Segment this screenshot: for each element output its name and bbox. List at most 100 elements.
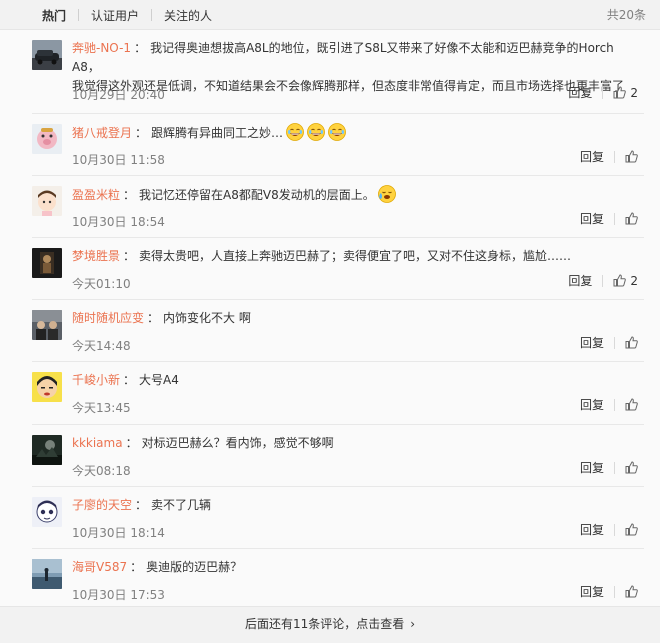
- reply-button[interactable]: 回复: [580, 148, 604, 165]
- reply-button[interactable]: 回复: [568, 84, 592, 101]
- user-avatar[interactable]: [32, 497, 62, 527]
- tab-divider: [78, 9, 80, 21]
- tears-emoji-icon: [377, 185, 396, 209]
- comment-actions: 回复: [580, 210, 638, 227]
- comment-actions: 回复: [580, 334, 638, 351]
- user-avatar[interactable]: [32, 40, 62, 70]
- like-button[interactable]: [625, 398, 638, 411]
- comment-time: 今天01:10: [72, 277, 131, 291]
- comment-item: 千峻小新：大号A4 今天13:45 回复: [0, 362, 660, 425]
- comment-time: 10月29日 20:40: [72, 88, 165, 102]
- like-count: 2: [630, 85, 638, 100]
- comment-username[interactable]: 千峻小新: [72, 373, 120, 387]
- reply-button[interactable]: 回复: [580, 459, 604, 476]
- colon-separator: ：: [147, 311, 160, 325]
- like-button[interactable]: [625, 523, 638, 536]
- comment-text: 对标迈巴赫么？看内饰，感觉不够啊: [141, 436, 334, 450]
- comment-text: 大号A4: [139, 373, 179, 387]
- comment-actions: 回复 2: [568, 84, 638, 101]
- user-avatar[interactable]: [32, 435, 62, 465]
- action-divider: [614, 336, 615, 349]
- chevron-right-icon: ›: [410, 617, 416, 631]
- filter-tabs: 热门 认证用户 关注的人: [42, 0, 212, 30]
- comment-panel: 热门 认证用户 关注的人 共20条 奔驰-NO-1 ： 我记得奥迪想拔高A8L的地位…: [0, 0, 660, 643]
- like-button[interactable]: [625, 585, 638, 598]
- comment-actions: 回复: [580, 459, 638, 476]
- comment-time: 10月30日 11:58: [72, 153, 165, 167]
- action-divider: [614, 461, 615, 474]
- user-avatar[interactable]: [32, 310, 62, 340]
- reply-button[interactable]: 回复: [580, 210, 604, 227]
- action-divider: [614, 212, 615, 225]
- reply-button[interactable]: 回复: [580, 583, 604, 600]
- load-more-bar[interactable]: 后面还有11条评论，点击查看 ›: [0, 606, 660, 643]
- user-avatar[interactable]: [32, 559, 62, 589]
- colon-separator: ：: [135, 126, 148, 140]
- comment-body: 盈盈米粒：我记忆还停留在A8都配V8发动机的层面上。: [72, 185, 630, 209]
- comment-item: 海哥V587：奥迪版的迈巴赫？ 10月30日 17:53 回复: [0, 549, 660, 606]
- like-button[interactable]: 2: [613, 86, 638, 100]
- laugh-emoji-icon: [286, 123, 304, 147]
- like-button[interactable]: [625, 461, 638, 474]
- comment-time: 今天14:48: [72, 339, 131, 353]
- reply-button[interactable]: 回复: [580, 396, 604, 413]
- comment-actions: 回复: [580, 148, 638, 165]
- comment-item: 子廖的天空：卖不了几辆 10月30日 18:14 回复: [0, 487, 660, 549]
- action-divider: [614, 523, 615, 536]
- colon-separator: ：: [123, 249, 136, 263]
- comment-text: 跟辉腾有异曲同工之妙…: [151, 126, 284, 140]
- comment-username[interactable]: 随时随机应变: [72, 311, 144, 325]
- tab-following[interactable]: 关注的人: [164, 7, 212, 24]
- colon-separator: ：: [123, 373, 136, 387]
- like-count: 2: [630, 273, 638, 288]
- comment-body: kkkiama：对标迈巴赫么？看内饰，感觉不够啊: [72, 434, 630, 453]
- comment-actions: 回复: [580, 583, 638, 600]
- comment-time: 10月30日 18:14: [72, 526, 165, 540]
- reply-button[interactable]: 回复: [580, 521, 604, 538]
- user-avatar[interactable]: [32, 124, 62, 154]
- action-divider: [614, 150, 615, 163]
- user-avatar[interactable]: [32, 186, 62, 216]
- comment-username[interactable]: 盈盈米粒: [72, 188, 120, 202]
- comment-item: 盈盈米粒：我记忆还停留在A8都配V8发动机的层面上。 10月30日 18:54 回复: [0, 176, 660, 238]
- thumbs-up-icon: [625, 523, 638, 536]
- thumbs-up-icon: [625, 461, 638, 474]
- tab-hot[interactable]: 热门: [42, 7, 66, 24]
- filter-bar: 热门 认证用户 关注的人 共20条: [0, 0, 660, 30]
- like-button[interactable]: 2: [613, 274, 638, 288]
- comment-actions: 回复 2: [568, 272, 638, 289]
- comment-item: 猪八戒登月：跟辉腾有异曲同工之妙… 10月30日 11:58 回复: [0, 114, 660, 176]
- comment-text: 卖得太贵吧，人直接上奔驰迈巴赫了；卖得便宜了吧，又对不住这身标，尴尬……: [139, 249, 572, 263]
- comment-text: 我记得奥迪想拔高A8L的地位，既引进了S8L又带来了好像不太能和迈巴赫竞争的Ho…: [72, 41, 614, 74]
- load-more-link[interactable]: 后面还有11条评论，点击查看: [245, 617, 404, 631]
- colon-separator: ：: [130, 560, 143, 574]
- comment-text: 卖不了几辆: [151, 498, 212, 512]
- colon-separator: ：: [125, 436, 138, 450]
- reply-button[interactable]: 回复: [580, 334, 604, 351]
- thumbs-up-icon: [625, 336, 638, 349]
- comment-username[interactable]: kkkiama: [72, 436, 123, 450]
- comment-username[interactable]: 海哥V587: [72, 560, 127, 574]
- like-button[interactable]: [625, 150, 638, 163]
- comment-item: 随时随机应变：内饰变化不大 啊今天14:48 回复: [0, 300, 660, 362]
- thumbs-up-icon: [625, 150, 638, 163]
- thumbs-up-icon: [625, 212, 638, 225]
- thumbs-up-icon: [625, 398, 638, 411]
- tab-divider: [151, 9, 153, 21]
- comment-actions: 回复: [580, 521, 638, 538]
- like-button[interactable]: [625, 336, 638, 349]
- tab-verified-users[interactable]: 认证用户: [91, 7, 139, 24]
- user-avatar[interactable]: [32, 248, 62, 278]
- comment-username[interactable]: 奔驰-NO-1: [72, 41, 131, 55]
- comment-username[interactable]: 梦境胜景: [72, 249, 120, 263]
- comment-body: 梦境胜景：卖得太贵吧，人直接上奔驰迈巴赫了；卖得便宜了吧，又对不住这身标，尴尬……: [72, 247, 630, 266]
- thumbs-up-icon: [613, 274, 627, 287]
- like-button[interactable]: [625, 212, 638, 225]
- comment-username[interactable]: 子廖的天空: [72, 498, 132, 512]
- comment-username[interactable]: 猪八戒登月: [72, 126, 132, 140]
- action-divider: [614, 585, 615, 598]
- reply-button[interactable]: 回复: [568, 272, 592, 289]
- user-avatar[interactable]: [32, 372, 62, 402]
- comment-time: 今天08:18: [72, 464, 131, 478]
- laugh-emoji-icon: [328, 123, 346, 147]
